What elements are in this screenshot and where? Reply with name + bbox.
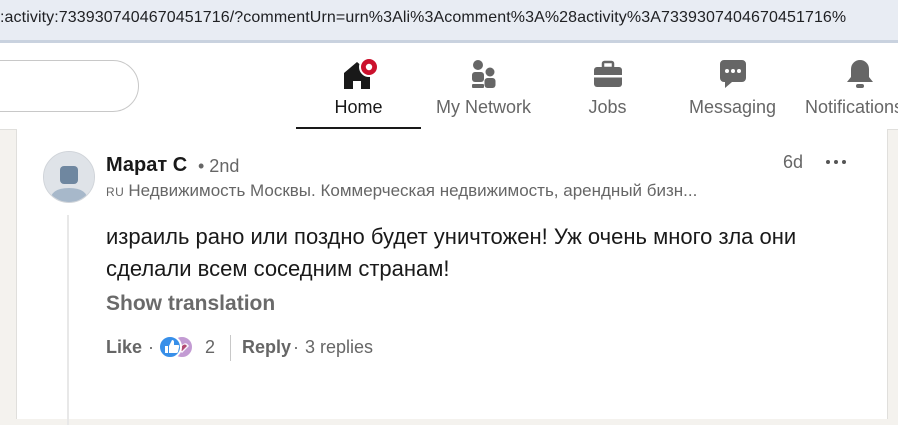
nav-notifications-label: Notifications [805,97,898,117]
network-icon [471,60,495,88]
home-icon [343,57,377,89]
nav-messaging-label: Messaging [688,97,777,117]
separator-dot: · [293,337,299,357]
nav-notifications[interactable]: Notifications [805,43,898,129]
action-divider [230,335,231,361]
thread-line [67,215,69,425]
like-button[interactable]: Like [106,337,142,358]
avatar[interactable] [43,151,95,203]
nav-messaging[interactable]: Messaging [680,43,785,129]
briefcase-icon [593,60,622,87]
more-options-icon[interactable] [822,151,850,171]
person-icon [44,152,94,202]
reactions-icon[interactable] [158,334,200,360]
comment-timestamp: 6d [783,152,804,172]
separator-dot: · [148,337,154,357]
search-input[interactable] [0,60,139,112]
replies-count-link[interactable]: 3 replies [305,337,373,358]
bell-icon [847,60,873,88]
nav-home-label: Home [334,97,383,117]
comment-text: израиль рано или поздно будет уничтожен!… [106,224,797,281]
language-flag: RU [106,185,125,199]
nav-my-network[interactable]: My Network [426,43,541,129]
reaction-count[interactable]: 2 [205,337,215,358]
connection-degree: • 2nd [198,156,240,176]
author-headline: RU Недвижимость Москвы. Коммерческая недв… [106,181,697,201]
author-headline-text: Недвижимость Москвы. Коммерческая недвиж… [128,181,698,200]
reply-button[interactable]: Reply [242,337,291,358]
nav-jobs-label: Jobs [588,97,627,117]
comment-card: Марат С • 2nd RU Недвижимость Москвы. Ком… [16,129,888,425]
top-nav: Home My Network Jobs Messaging Notificat… [0,43,898,130]
url-text: :activity:7339307404670451716/?commentUr… [0,9,847,26]
nav-jobs[interactable]: Jobs [560,43,655,129]
messaging-icon [719,60,746,88]
browser-address-bar[interactable]: :activity:7339307404670451716/?commentUr… [0,0,898,40]
comment-author-name[interactable]: Марат С [106,154,187,177]
nav-home[interactable]: Home [296,43,421,129]
show-translation-button[interactable]: Show translation [106,292,275,316]
nav-my-network-label: My Network [435,97,531,117]
